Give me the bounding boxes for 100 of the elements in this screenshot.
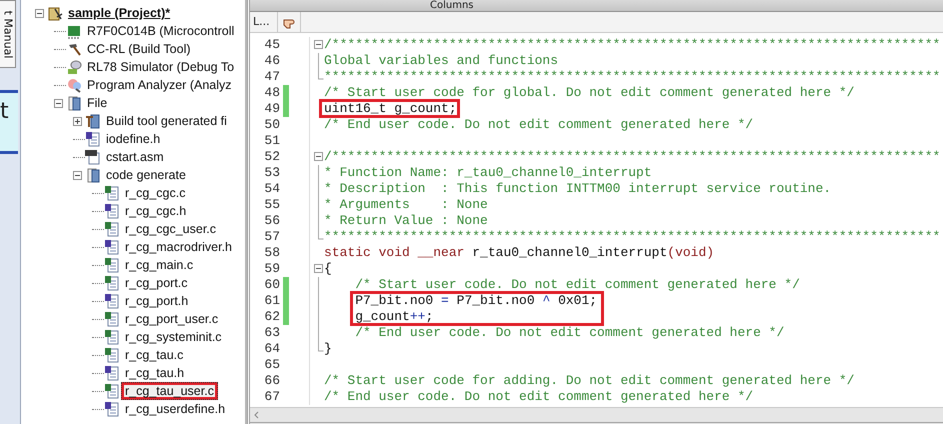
tree-item[interactable]: r_cg_userdefine.h xyxy=(121,400,230,418)
code-text: * Function Name: r_tau0_channel0_interrupt xyxy=(324,165,652,180)
collapse-toggle[interactable] xyxy=(54,98,63,108)
collapse-toggle[interactable] xyxy=(73,170,82,180)
collapse-toggle[interactable] xyxy=(35,8,44,18)
project-icon xyxy=(47,5,63,21)
code-text: = xyxy=(441,293,449,308)
line-number: 56 xyxy=(263,213,280,229)
source-file-icon xyxy=(104,275,120,291)
code-text: * Description : This function INTTM00 interrupt service routine. xyxy=(324,181,832,196)
line-number: 57 xyxy=(263,229,280,245)
code-text: g_count xyxy=(354,309,410,324)
tree-item[interactable]: r_cg_cgc.h xyxy=(121,202,190,220)
source-file-icon xyxy=(104,221,120,237)
line-number: 53 xyxy=(263,165,280,181)
code-text: uint16_t g_count; xyxy=(324,101,457,116)
header-file-icon xyxy=(85,131,101,147)
line-number: 45 xyxy=(263,37,280,53)
line-number: 47 xyxy=(263,69,280,85)
code-text: * Arguments : None xyxy=(324,197,488,212)
hammer-icon xyxy=(66,41,82,57)
code-text: ******************************************************************************* xyxy=(324,69,940,84)
simulator-icon xyxy=(66,59,82,75)
code-text: (void) xyxy=(667,245,714,260)
code-text: /****************************************************************************** xyxy=(324,37,940,52)
tree-item[interactable]: r_cg_macrodriver.h xyxy=(121,238,236,256)
source-file-icon xyxy=(104,383,120,399)
line-number: 59 xyxy=(263,261,280,277)
code-text: ^ xyxy=(542,293,550,308)
side-tab[interactable]: t Manual xyxy=(0,0,16,68)
header-file-icon xyxy=(104,203,120,219)
line-number: 48 xyxy=(263,85,280,101)
folder-icon xyxy=(85,113,101,129)
tree-item[interactable]: R7F0C014B (Microcontroll xyxy=(83,22,238,40)
line-number: 63 xyxy=(263,325,280,341)
code-text: { xyxy=(324,261,332,276)
horizontal-scrollbar[interactable] xyxy=(250,407,943,424)
line-number: 46 xyxy=(263,53,280,69)
line-number: 62 xyxy=(263,309,280,325)
tree-item[interactable]: r_cg_tau_user.c xyxy=(121,382,218,400)
line-number: 67 xyxy=(263,389,280,405)
line-number: 52 xyxy=(263,149,280,165)
code-text: P7_bit.no0 xyxy=(456,293,536,308)
column-header: L... xyxy=(250,12,278,32)
code-text: ; xyxy=(425,309,434,324)
tree-item[interactable]: r_cg_systeminit.c xyxy=(121,328,226,346)
code-text: /* Start user code for adding. Do not edit comment generated here */ xyxy=(324,373,854,388)
code-text: 0x01; xyxy=(557,293,598,308)
window-fragment: t xyxy=(0,90,18,154)
line-number: 51 xyxy=(263,133,280,149)
line-number: 50 xyxy=(263,117,280,133)
code-text: static void __near xyxy=(324,245,464,260)
code-text: /* Start user code for global. Do not edit comment generated here */ xyxy=(324,85,854,100)
code-text: ******************************************************************************* xyxy=(324,229,940,244)
tree-item[interactable]: r_cg_main.c xyxy=(121,256,198,274)
source-file-icon xyxy=(104,185,120,201)
tree-item[interactable]: CC-RL (Build Tool) xyxy=(83,40,195,58)
tree-item[interactable]: code generate xyxy=(102,166,190,184)
code-text: } xyxy=(324,341,332,356)
line-number: 58 xyxy=(263,245,280,261)
line-number: 66 xyxy=(263,373,280,389)
code-text: P7_bit.no0 xyxy=(354,293,434,308)
line-number: 55 xyxy=(263,197,280,213)
chip-icon xyxy=(66,23,82,39)
tree-item[interactable]: r_cg_port.c xyxy=(121,274,192,292)
tree-item[interactable]: r_cg_port_user.c xyxy=(121,310,222,328)
code-text: /* End user code. Do not edit comment generated here */ xyxy=(324,117,754,132)
source-file-icon xyxy=(104,257,120,273)
code-text: r_tau0_channel0_interrupt xyxy=(471,245,668,260)
tree-item[interactable]: r_cg_cgc.c xyxy=(121,184,190,202)
header-file-icon xyxy=(104,293,120,309)
tree-item[interactable]: r_cg_tau.h xyxy=(121,364,188,382)
tree-item[interactable]: Build tool generated fi xyxy=(102,112,231,130)
code-text: /* End user code. Do not edit comment generated here */ xyxy=(324,389,754,404)
asm-file-icon xyxy=(85,149,101,165)
magnifier-icon xyxy=(66,77,82,93)
tree-item[interactable]: File xyxy=(83,94,112,112)
tree-item[interactable]: r_cg_cgc_user.c xyxy=(121,220,220,238)
tree-item[interactable]: cstart.asm xyxy=(102,148,168,166)
folder-icon xyxy=(66,95,82,111)
toolbar: Columns xyxy=(250,0,943,12)
code-text: Global variables and functions xyxy=(324,53,558,68)
expand-toggle[interactable] xyxy=(73,116,82,126)
code-text: /* End user code. Do not edit comment generated here */ xyxy=(354,325,784,340)
line-number: 60 xyxy=(263,277,280,293)
folder-icon xyxy=(85,167,101,183)
tree-item[interactable]: r_cg_tau.c xyxy=(121,346,188,364)
line-number: 54 xyxy=(263,181,280,197)
line-number: 49 xyxy=(263,101,280,117)
tree-item[interactable]: sample (Project)* xyxy=(64,4,174,22)
source-file-icon xyxy=(104,311,120,327)
tree-item[interactable]: r_cg_port.h xyxy=(121,292,192,310)
header-file-icon xyxy=(104,239,120,255)
source-file-icon xyxy=(104,329,120,345)
header-file-icon xyxy=(104,365,120,381)
code-text: /* Start user code. Do not edit comment generated here */ xyxy=(354,277,800,292)
tree-item[interactable]: iodefine.h xyxy=(102,130,164,148)
tree-item[interactable]: RL78 Simulator (Debug To xyxy=(83,58,238,76)
code-text: ++ xyxy=(410,309,426,324)
tree-item[interactable]: Program Analyzer (Analyz xyxy=(83,76,236,94)
